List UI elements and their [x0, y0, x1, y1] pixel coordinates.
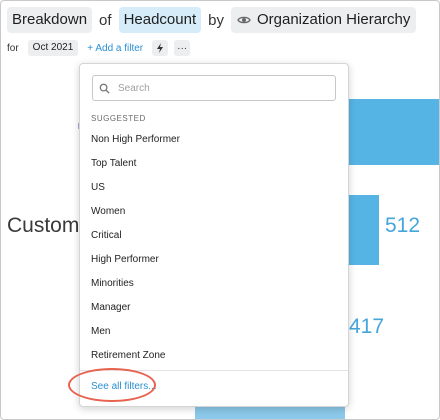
- report-frame: Breakdown of Headcount by Organization H…: [0, 0, 440, 420]
- bar-value-label: 417: [349, 315, 385, 338]
- period-chip[interactable]: Oct 2021: [27, 40, 79, 56]
- more-options-button[interactable]: ···: [174, 40, 191, 56]
- chart-bar-1[interactable]: [347, 99, 439, 165]
- chart-bar-2[interactable]: [347, 195, 379, 265]
- by-label: by: [208, 11, 224, 29]
- filter-option[interactable]: Manager: [80, 296, 348, 320]
- filter-option[interactable]: Retirement Zone: [80, 344, 348, 368]
- filter-bar: for Oct 2021 + Add a filter ···: [7, 40, 191, 56]
- filter-dropdown: SUGGESTED Non High Performer Top Talent …: [79, 63, 349, 407]
- suggested-filter-list: Non High Performer Top Talent US Women C…: [80, 128, 348, 368]
- search-icon: [99, 83, 110, 94]
- filter-option[interactable]: High Performer: [80, 248, 348, 272]
- report-title: Breakdown of Headcount by Organization H…: [7, 6, 417, 34]
- highlight-annotation: [68, 368, 156, 402]
- hierarchy-label: Organization Hierarchy: [256, 11, 411, 28]
- lightning-icon[interactable]: [152, 40, 169, 56]
- eye-icon: [237, 16, 251, 24]
- bar-value-label: 512: [385, 214, 421, 237]
- filter-option[interactable]: US: [80, 176, 348, 200]
- hierarchy-pill[interactable]: Organization Hierarchy: [230, 7, 417, 33]
- filter-option[interactable]: Critical: [80, 224, 348, 248]
- suggested-heading: SUGGESTED: [91, 114, 146, 123]
- for-label: for: [7, 42, 19, 54]
- breakdown-pill[interactable]: Breakdown: [7, 7, 93, 33]
- of-label: of: [99, 11, 112, 29]
- add-filter-button[interactable]: + Add a filter: [84, 43, 146, 54]
- category-label: Custom: [7, 214, 80, 237]
- filter-option[interactable]: Men: [80, 320, 348, 344]
- filter-option[interactable]: Top Talent: [80, 152, 348, 176]
- filter-option[interactable]: Women: [80, 200, 348, 224]
- search-box[interactable]: [92, 75, 336, 101]
- search-input[interactable]: [116, 81, 320, 95]
- metric-pill[interactable]: Headcount: [118, 7, 202, 33]
- filter-option[interactable]: Minorities: [80, 272, 348, 296]
- filter-option[interactable]: Non High Performer: [80, 128, 348, 152]
